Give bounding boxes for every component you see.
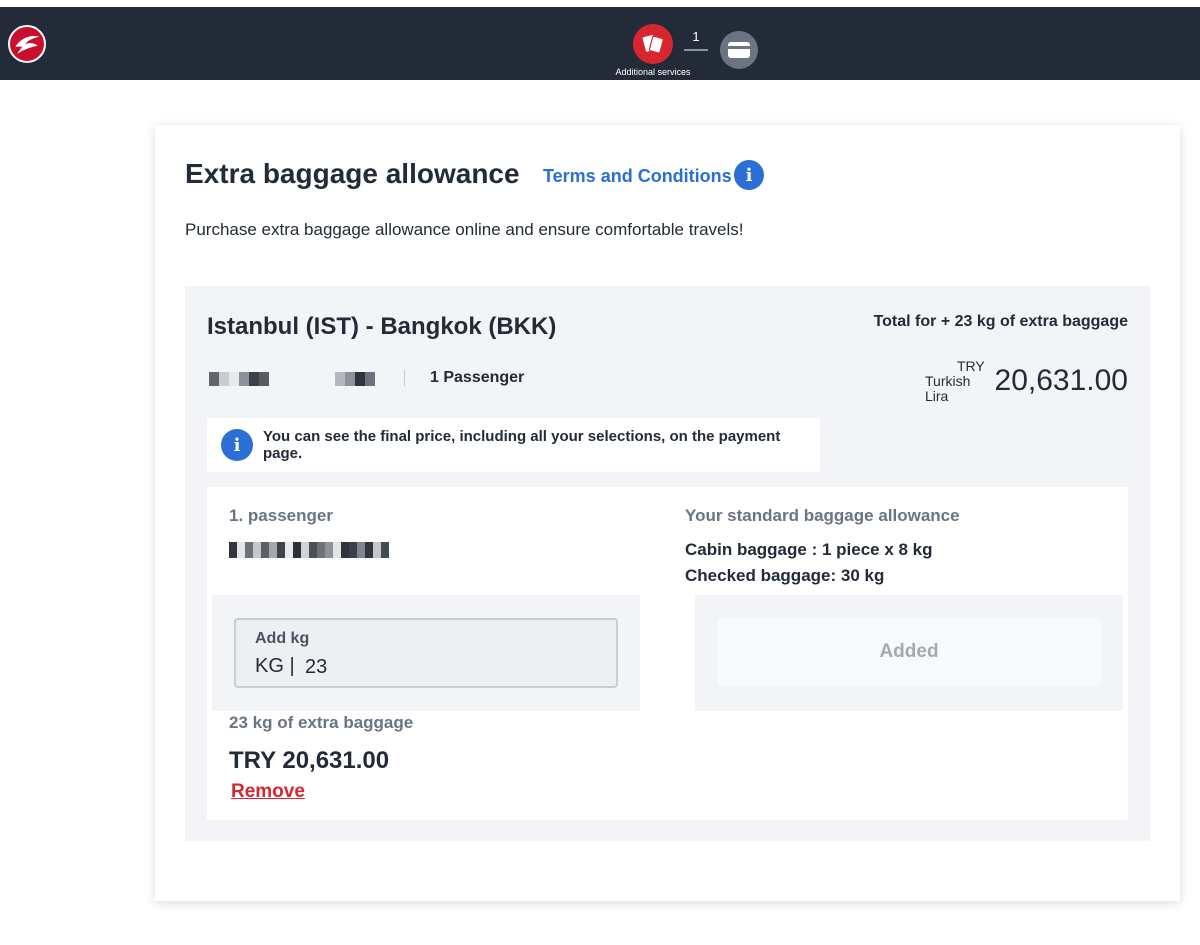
divider [404,370,405,386]
currency-name: Turkish Lira [925,373,971,404]
total-label: Total for + 23 kg of extra baggage [873,313,1128,330]
extra-baggage-card: Extra baggage allowance Terms and Condit… [155,125,1180,901]
additional-services-step[interactable] [633,24,673,64]
currency-code: TRY [957,358,985,374]
extra-baggage-price: TRY 20,631.00 [229,747,390,774]
page-subtitle: Purchase extra baggage allowance online … [185,220,744,239]
cabin-baggage: Cabin baggage : 1 piece x 8 kg [685,540,933,559]
add-kg-field[interactable]: Add kg KG | 23 [234,618,618,688]
step-count: 1 [692,29,700,44]
extra-baggage-label: 23 kg of extra baggage [229,713,414,732]
added-area: Added [695,595,1123,711]
redacted-date [209,372,269,386]
passenger-label: 1. passenger [229,506,333,525]
add-kg-area: Add kg KG | 23 [212,595,640,711]
redacted-passenger-name [229,542,389,558]
route-title: Istanbul (IST) - Bangkok (BKK) [207,313,557,340]
step-label: Additional services [615,67,691,77]
checked-baggage: Checked baggage: 30 kg [685,566,885,585]
added-button[interactable]: Added [717,618,1101,686]
info-icon[interactable]: i [734,160,764,190]
kg-unit-prefix: KG | [255,655,295,677]
terms-and-conditions-link[interactable]: Terms and Conditions [543,166,732,187]
additional-services-icon [642,35,664,54]
add-kg-label: Add kg [255,630,310,647]
info-icon: i [221,429,253,461]
top-bar: Additional services 1 [0,7,1200,80]
redacted-time [335,372,375,386]
standard-allowance-title: Your standard baggage allowance [685,506,960,525]
passenger-box: 1. passenger Your standard baggage allow… [207,487,1128,820]
turkish-airlines-logo[interactable] [8,25,46,63]
payment-step[interactable] [720,31,758,69]
total-amount: 20,631.00 [994,364,1128,397]
passenger-count: 1 Passenger [430,369,525,386]
remove-link[interactable]: Remove [231,781,305,803]
page-title: Extra baggage allowance [185,158,520,189]
payment-card-icon [728,42,750,58]
notice-text: You can see the final price, including a… [263,428,781,462]
route-panel: Istanbul (IST) - Bangkok (BKK) 1 Passeng… [185,286,1150,841]
step-connector [684,49,708,51]
price-notice: i You can see the final price, including… [207,418,820,472]
kg-value[interactable]: 23 [305,656,327,679]
